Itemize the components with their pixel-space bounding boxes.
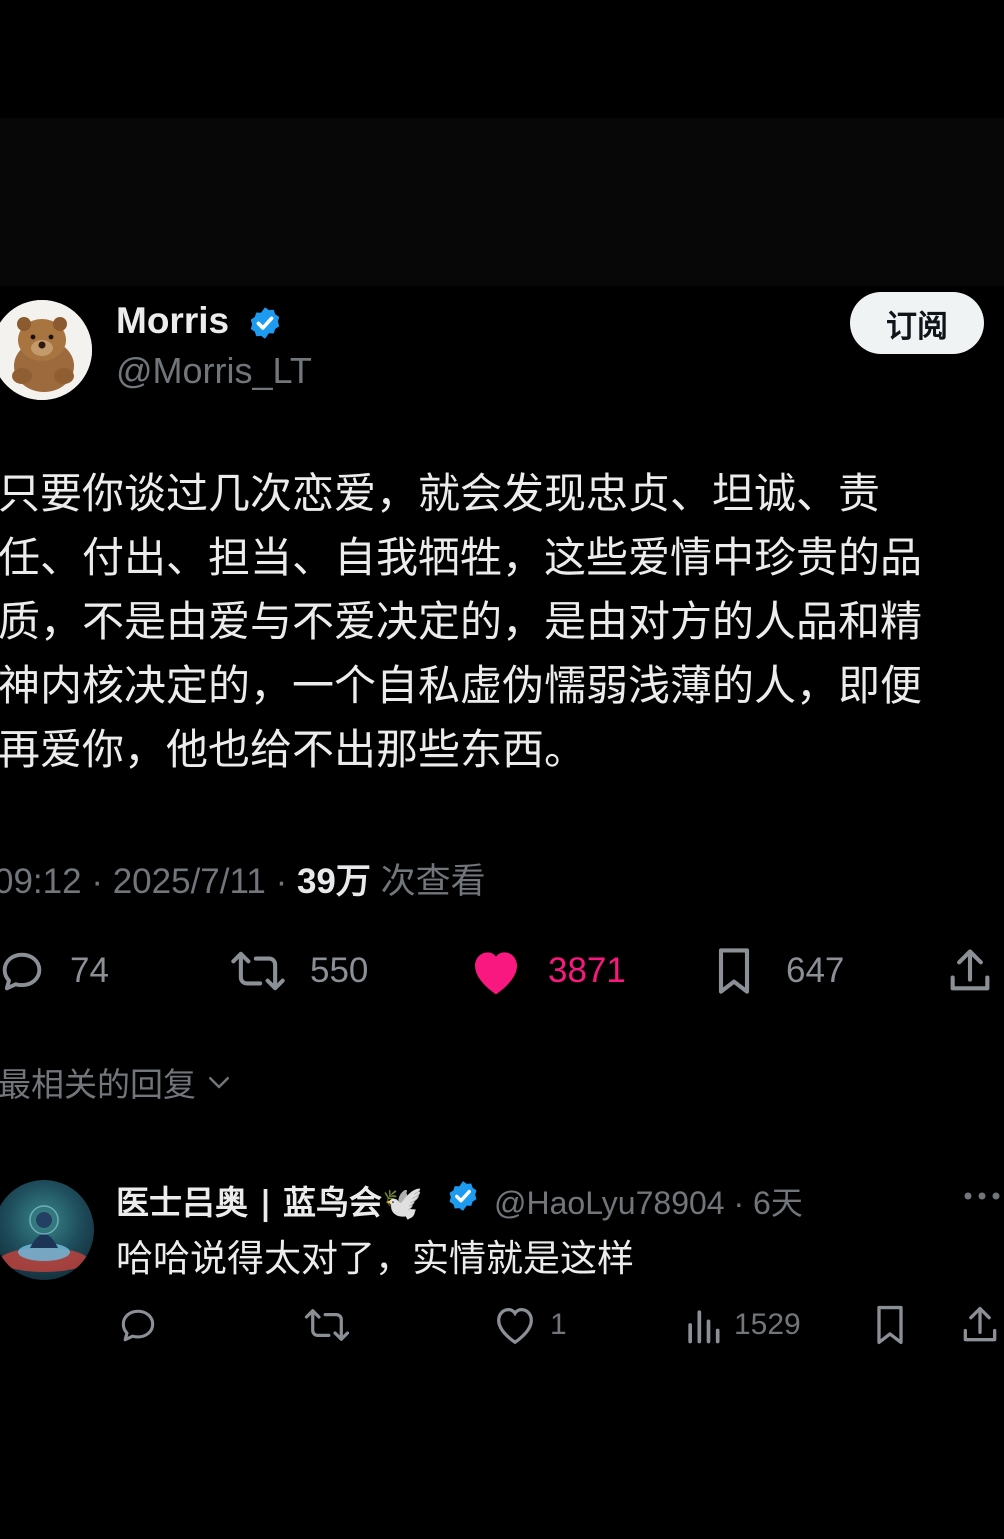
share-icon [963,1306,997,1342]
reply-reply-action[interactable] [116,1303,160,1347]
tweet-time[interactable]: 09:12 [0,862,82,901]
like-icon [497,1308,533,1345]
verified-badge-icon [449,1181,477,1211]
tweet-text: 只要你谈过几次恋爱，就会发现忠贞、坦诚、责 任、付出、担当、自我牺牲，这些爱情中… [0,462,1004,782]
repost-icon [231,951,285,991]
reply-like-count: 1 [550,1308,567,1341]
meta-separator: · [275,862,288,901]
top-dark-band [0,118,1004,286]
tweet-date[interactable]: 2025/7/11 [113,862,266,901]
reply-icon [2,952,42,991]
repost-count: 550 [310,951,369,990]
views-label: 次查看 [380,862,486,901]
views-count: 39万 [296,862,371,901]
repost-action[interactable]: 550 [228,945,368,997]
views-chart-icon [688,1310,720,1344]
like-action[interactable]: 3871 [468,945,626,997]
reply-views-action[interactable]: 1529 [684,1303,801,1347]
reply-text: 哈哈说得太对了，实情就是这样 [116,1237,634,1280]
top-black-area [0,0,1004,118]
meta-separator: · [91,862,103,901]
tweet-text-line: 神内核决定的，一个自私虚伪懦弱浅薄的人，即便 [0,661,923,710]
reply-repost-action[interactable] [302,1303,352,1347]
reply-handle: @HaoLyu78904 [494,1185,725,1221]
bookmark-icon [718,948,750,994]
repost-icon [304,1309,350,1341]
verified-badge-icon [250,307,280,339]
tweet-text-line: 质，不是由爱与不爱决定的，是由对方的人品和精 [0,597,923,646]
sort-label: 最相关的回复 [0,1065,196,1104]
bookmark-count: 647 [786,951,845,990]
reply-icon [121,1309,155,1342]
like-count: 3871 [548,951,626,990]
reply-display-name[interactable]: 医士吕奥 | 蓝鸟会🕊️ [116,1176,423,1224]
tweet-text-line: 再爱你，他也给不出那些东西。 [0,725,587,774]
more-options-icon[interactable] [962,1190,1002,1202]
author-display-name[interactable]: Morris [116,300,229,342]
share-action[interactable] [944,945,996,997]
subscribe-button[interactable]: 订阅 [850,292,984,354]
reply-like-action[interactable]: 1 [492,1303,567,1347]
reply-age: 6天 [753,1185,803,1221]
reply-bookmark-action[interactable] [870,1303,910,1347]
bookmark-action[interactable]: 647 [710,945,844,997]
reply-action[interactable]: 74 [0,945,109,997]
author-handle[interactable]: @Morris_LT [116,350,312,392]
chevron-down-icon [209,1077,229,1089]
reply-handle-and-age[interactable]: @HaoLyu78904 · 6天 [494,1178,803,1224]
tweet-meta: 09:12 · 2025/7/11 · 39万 次查看 [0,853,486,904]
bookmark-icon [877,1305,903,1345]
tweet-text-line: 任、付出、担当、自我牺牲，这些爱情中珍贵的品 [0,533,923,582]
tweet-text-line: 只要你谈过几次恋爱，就会发现忠贞、坦诚、责 [0,469,881,518]
like-filled-icon [475,952,517,995]
share-icon [950,949,990,991]
reply-share-action[interactable] [958,1303,1002,1347]
meta-separator: · [733,1185,745,1221]
reply-count: 74 [70,951,109,990]
sort-replies-dropdown[interactable]: 最相关的回复 [0,1058,236,1106]
reply-views-count: 1529 [734,1308,801,1341]
